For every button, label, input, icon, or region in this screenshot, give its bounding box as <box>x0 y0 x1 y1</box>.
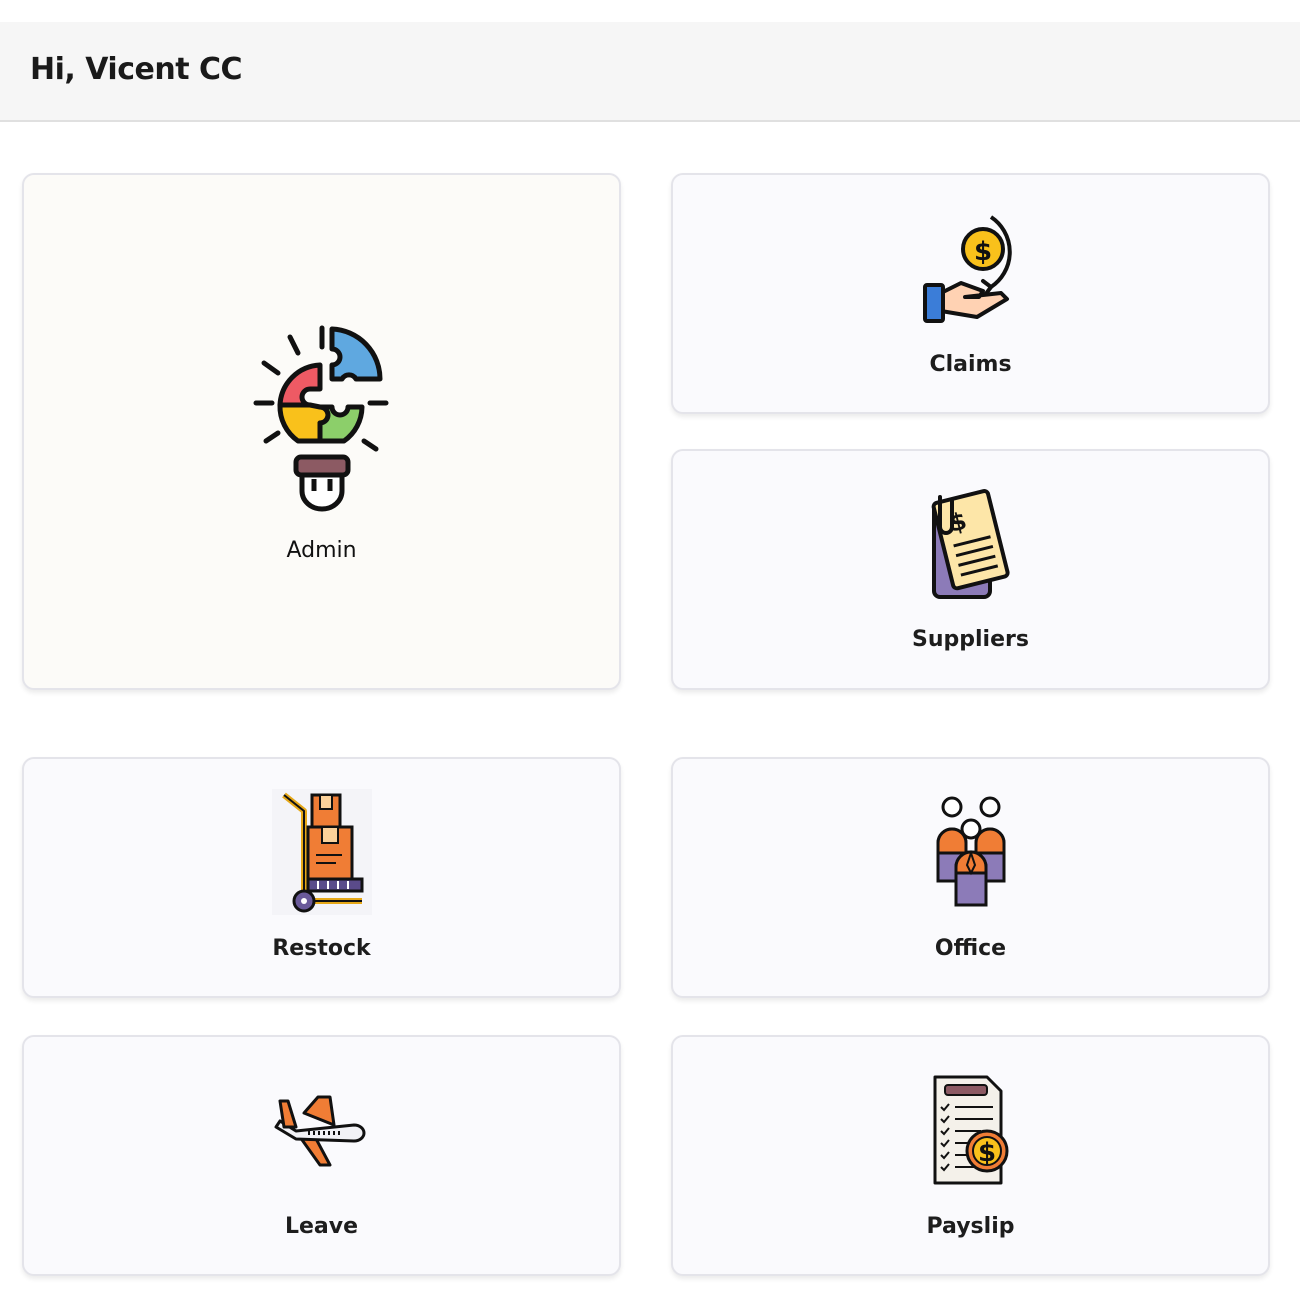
office-label: Office <box>934 936 1007 961</box>
restock-tile[interactable]: Restock <box>22 757 621 998</box>
team-people-icon <box>936 796 1005 907</box>
claims-label: Claims <box>929 352 1012 377</box>
svg-text:$: $ <box>977 1138 995 1168</box>
airplane-icon <box>274 1095 365 1167</box>
hand-coin-icon: $ <box>922 215 1012 323</box>
leave-label: Leave <box>284 1214 359 1239</box>
payslip-document-icon: $ <box>933 1075 1008 1185</box>
payslip-label: Payslip <box>926 1214 1015 1239</box>
hand-truck-boxes-icon <box>271 789 372 915</box>
suppliers-tile[interactable]: $ Suppliers <box>671 449 1270 690</box>
greeting-text: Hi, Vicent CC <box>30 52 243 87</box>
invoice-documents-icon: $ <box>931 489 1010 599</box>
svg-text:$: $ <box>973 237 991 267</box>
header-bar: Hi, Vicent CC <box>0 22 1300 122</box>
claims-tile[interactable]: $ Claims <box>671 173 1270 414</box>
restock-label: Restock <box>272 936 371 961</box>
admin-tile[interactable]: Admin <box>22 173 621 690</box>
puzzle-lightbulb-icon <box>253 325 388 512</box>
suppliers-label: Suppliers <box>912 627 1029 652</box>
payslip-tile[interactable]: $ Payslip <box>671 1035 1270 1276</box>
admin-label: Admin <box>286 538 357 563</box>
office-tile[interactable]: Office <box>671 757 1270 998</box>
leave-tile[interactable]: Leave <box>22 1035 621 1276</box>
